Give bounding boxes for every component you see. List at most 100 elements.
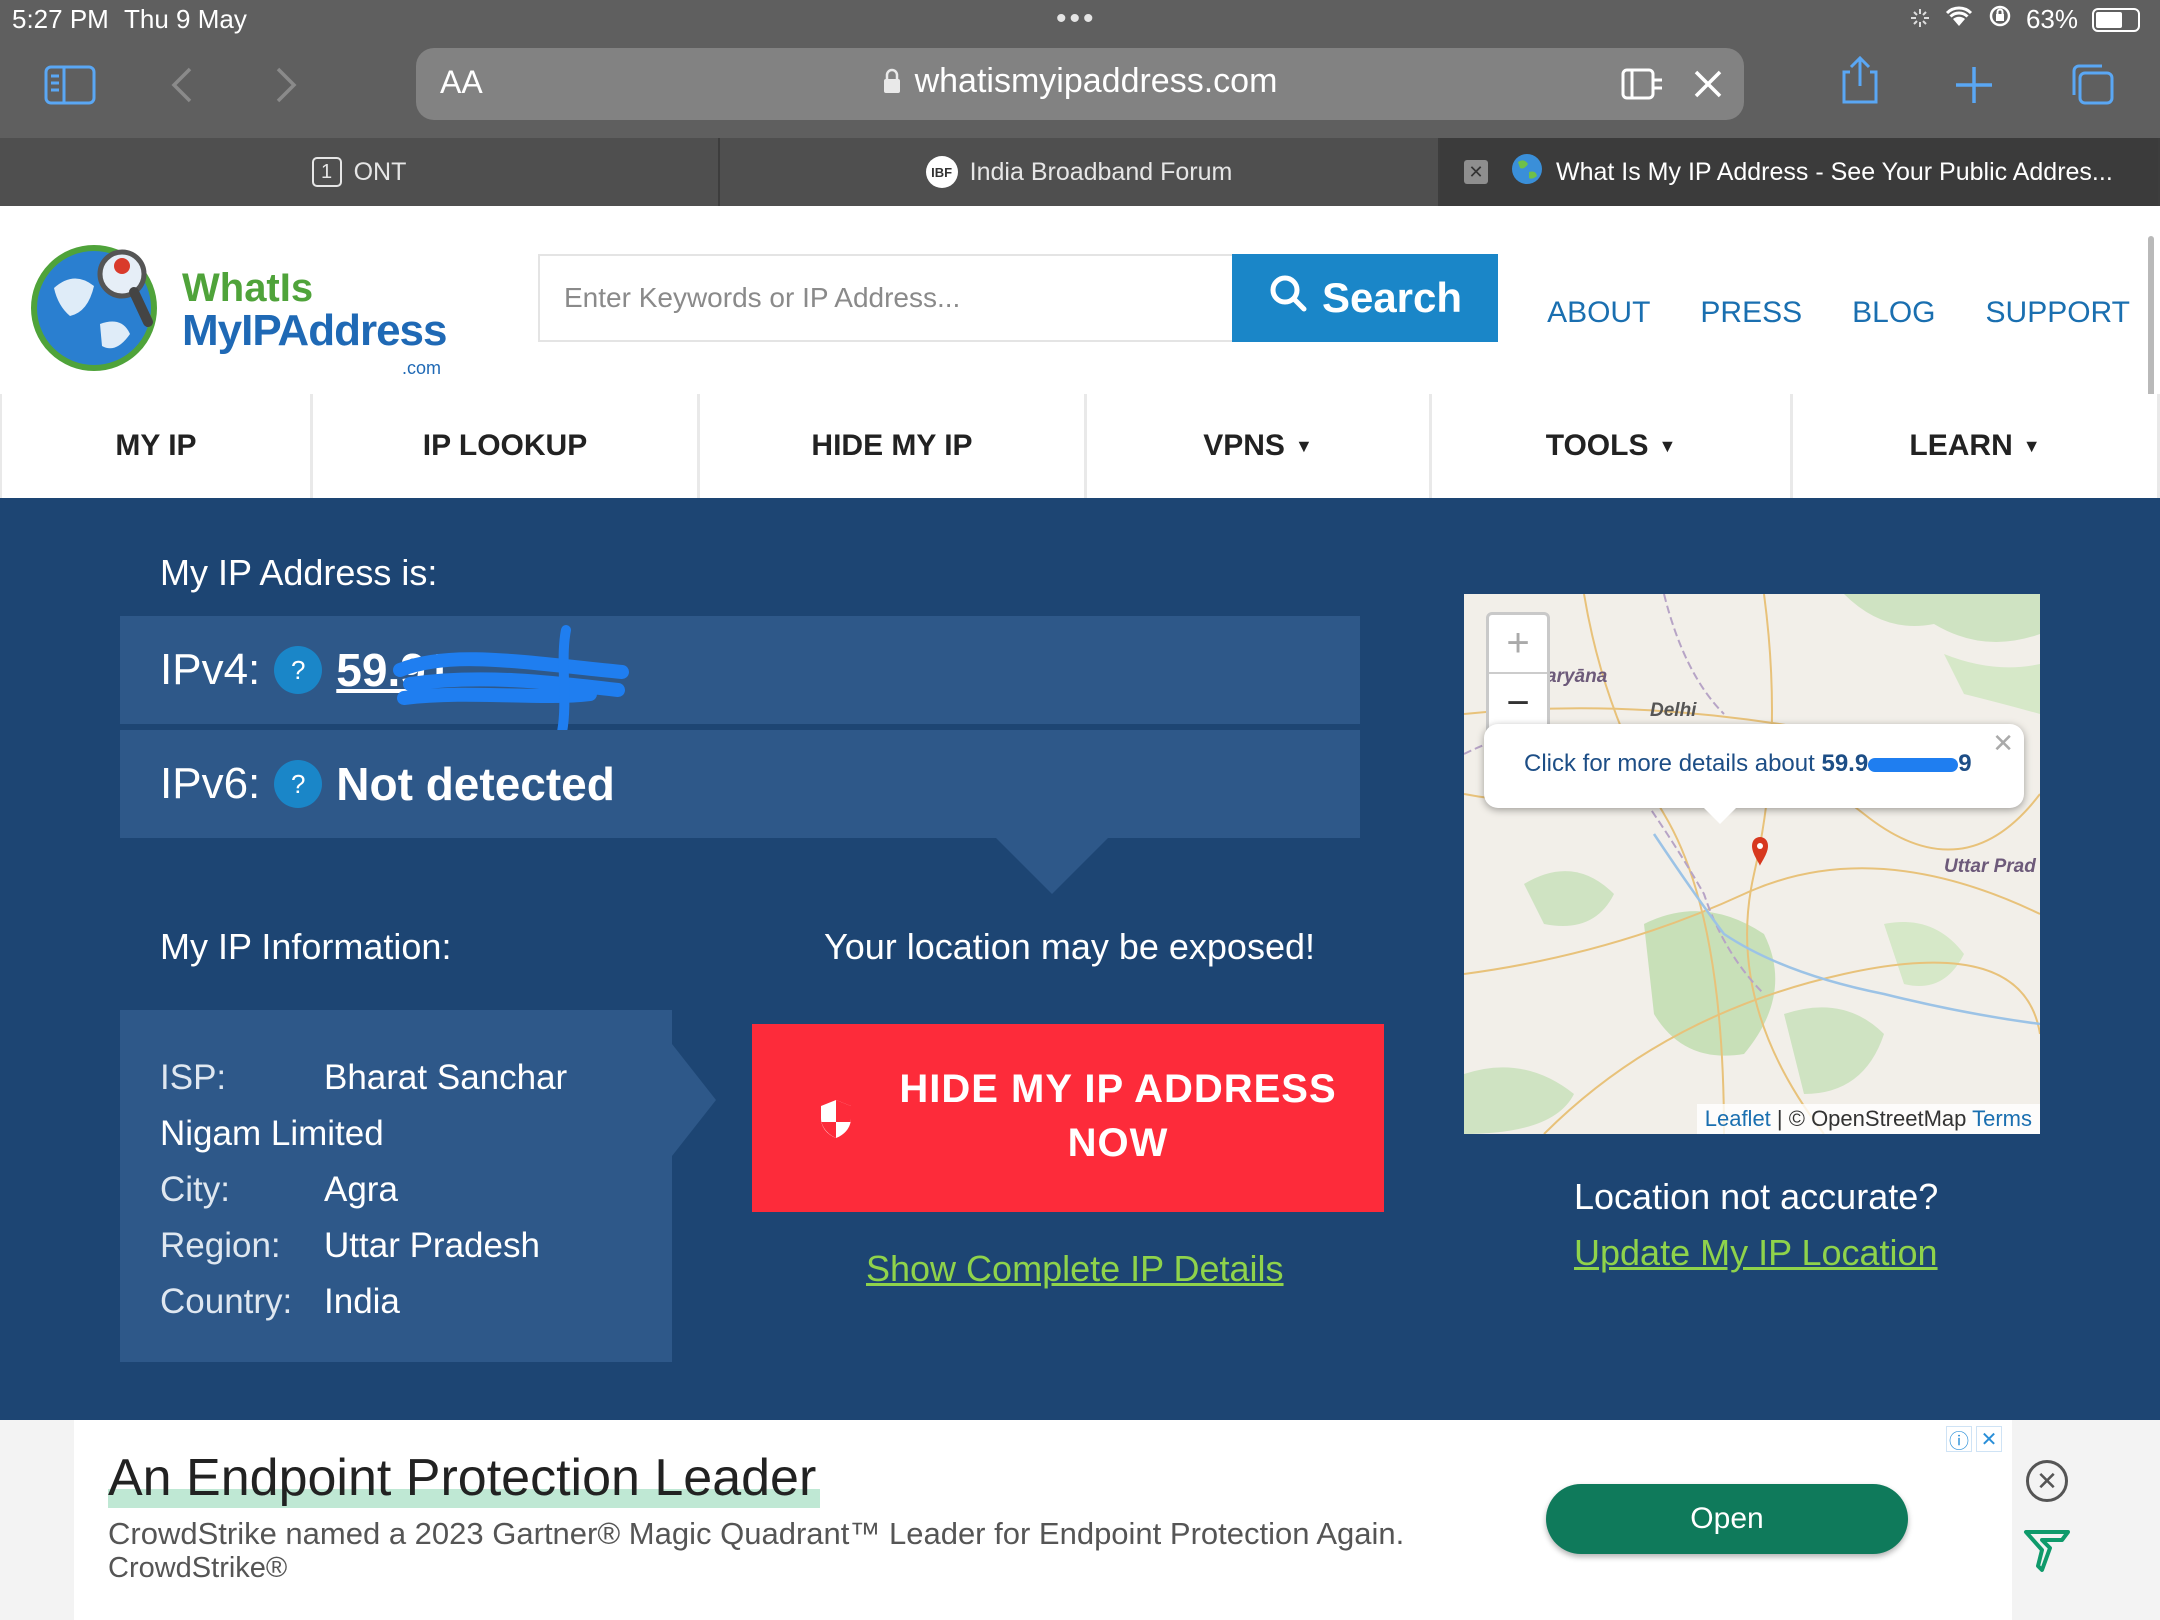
globe-favicon-icon	[1510, 152, 1544, 193]
status-time: 5:27 PM	[12, 4, 109, 34]
location-accuracy-text: Location not accurate?	[1574, 1176, 1939, 1217]
link-blog[interactable]: BLOG	[1852, 296, 1935, 330]
back-arrow-icon[interactable]	[152, 60, 212, 110]
ad-card[interactable]: An Endpoint Protection Leader CrowdStrik…	[74, 1420, 2012, 1620]
share-icon[interactable]	[1830, 56, 1890, 106]
isp-label: ISP:	[160, 1058, 227, 1097]
orientation-lock-icon	[1988, 4, 2012, 35]
leaflet-link[interactable]: Leaflet	[1705, 1106, 1771, 1131]
shield-icon	[818, 1098, 854, 1143]
location-map[interactable]: aryāna Delhi Uttar Prad + − Click for mo…	[1464, 594, 2040, 1134]
ad-choices[interactable]: ⓘ ✕	[1946, 1426, 2002, 1453]
ad-open-button[interactable]: Open	[1546, 1484, 1908, 1554]
tab-label: What Is My IP Address - See Your Public …	[1556, 157, 2113, 186]
callout-pointer	[996, 838, 1108, 894]
status-date: Thu 9 May	[124, 4, 247, 34]
zoom-in-button[interactable]: +	[1489, 615, 1547, 674]
region-label: Region:	[160, 1226, 281, 1265]
ad-title[interactable]: An Endpoint Protection Leader	[108, 1448, 821, 1508]
nav-tools[interactable]: TOOLS ▼	[1432, 394, 1790, 498]
ad-info-icon[interactable]: ⓘ	[1946, 1426, 1972, 1453]
link-about[interactable]: ABOUT	[1547, 296, 1650, 330]
country-label: Country:	[160, 1282, 293, 1321]
tab-overview-icon[interactable]	[2062, 60, 2122, 110]
show-ip-details-link[interactable]: Show Complete IP Details	[866, 1248, 1284, 1290]
search-button-label: Search	[1321, 274, 1463, 321]
search-button[interactable]: Search	[1232, 254, 1498, 342]
nav-vpns[interactable]: VPNS ▼	[1087, 394, 1429, 498]
country-row: Country: India	[160, 1274, 632, 1330]
tab-ont[interactable]: 1 ONT	[0, 138, 720, 206]
ipv4-label: IPv4:	[160, 645, 261, 694]
tab-label: ONT	[353, 157, 407, 186]
tab-india-broadband-forum[interactable]: IBF India Broadband Forum	[720, 138, 1440, 206]
tab-number-badge: 1	[311, 157, 342, 187]
site-header: WhatIs MyIPAddress .com Search ABOUT PRE…	[0, 206, 2160, 394]
crowdstrike-logo-icon	[2022, 1526, 2072, 1581]
activity-icon	[1910, 4, 1930, 35]
location-exposed-text: Your location may be exposed!	[824, 926, 1315, 967]
multitasking-dots-icon[interactable]: •••	[1056, 2, 1097, 36]
ad-description: CrowdStrike named a 2023 Gartner® Magic …	[108, 1516, 1405, 1551]
url-text: whatismyipaddress.com	[914, 62, 1278, 100]
battery-percent: 63%	[2025, 4, 2078, 34]
ad-close-small-icon[interactable]: ✕	[1976, 1426, 2002, 1452]
terms-link[interactable]: Terms	[1972, 1106, 2032, 1131]
new-tab-plus-icon[interactable]	[1944, 60, 2004, 110]
popup-ip: 59.9	[1821, 750, 1869, 777]
hide-button-line2: NOW	[1067, 1121, 1169, 1165]
dropdown-caret-icon: ▼	[1294, 435, 1313, 456]
page-settings-icon[interactable]	[1620, 66, 1664, 107]
site-logo[interactable]: WhatIs MyIPAddress .com	[30, 236, 450, 378]
nav-ip-lookup[interactable]: IP LOOKUP	[313, 394, 697, 498]
ipv6-value: Not detected	[336, 758, 615, 810]
hide-button-line1: HIDE MY IP ADDRESS	[899, 1067, 1337, 1111]
nav-label: TOOLS	[1545, 429, 1649, 462]
ip-info-heading: My IP Information:	[160, 926, 452, 967]
ad-banner: An Endpoint Protection Leader CrowdStrik…	[0, 1420, 2160, 1620]
main-nav: MY IP IP LOOKUP HIDE MY IP VPNS ▼ TOOLS ▼ …	[0, 394, 2160, 498]
hide-button-label: HIDE MY IP ADDRESS NOW	[872, 1062, 1364, 1170]
logo-text-com: .com	[402, 358, 442, 378]
tab-whatismyipaddress[interactable]: ✕ What Is My IP Address - See Your Publi…	[1440, 138, 2160, 206]
nav-learn[interactable]: LEARN ▼	[1793, 394, 2157, 498]
help-icon[interactable]: ?	[274, 646, 323, 694]
ad-dismiss-icon[interactable]: ✕	[2026, 1460, 2068, 1502]
map-label-uttar-pradesh: Uttar Prad	[1944, 856, 2036, 877]
browser-chrome: 5:27 PM Thu 9 May ••• 63% AA whatismyipa…	[0, 0, 2160, 138]
info-box-arrow	[672, 1044, 716, 1156]
tab-close-icon[interactable]: ✕	[1464, 160, 1488, 184]
popup-text-label: Click for more details about	[1524, 750, 1822, 777]
update-location-link[interactable]: Update My IP Location	[1574, 1232, 1938, 1274]
help-icon[interactable]: ?	[274, 760, 323, 808]
clear-url-icon[interactable]	[1692, 68, 1724, 105]
map-label-haryana: aryāna	[1546, 666, 1608, 687]
sidebar-toggle-icon[interactable]	[40, 60, 100, 110]
nav-label: MY IP	[115, 429, 197, 462]
city-row: City: Agra	[160, 1162, 632, 1218]
map-popup[interactable]: Click for more details about 59.9 9 ✕	[1484, 724, 2024, 808]
popup-ip-redaction	[1868, 757, 1959, 772]
nav-hide-my-ip[interactable]: HIDE MY IP	[700, 394, 1084, 498]
ip-heading: My IP Address is:	[160, 552, 438, 593]
link-support[interactable]: SUPPORT	[1986, 296, 2130, 330]
hide-my-ip-button[interactable]: HIDE MY IP ADDRESS NOW	[752, 1024, 1384, 1212]
nav-label: VPNS	[1203, 429, 1285, 462]
search-input[interactable]	[538, 254, 1232, 342]
lock-icon	[883, 64, 901, 103]
address-bar[interactable]: AA whatismyipaddress.com	[416, 48, 1744, 120]
popup-text[interactable]: Click for more details about 59.9 9	[1524, 750, 1972, 778]
country-value: India	[324, 1282, 400, 1321]
forward-arrow-icon[interactable]	[256, 60, 316, 110]
region-row: Region: Uttar Pradesh	[160, 1218, 632, 1274]
ipv6-row: IPv6: ? Not detected	[120, 730, 1360, 838]
logo-text-myipaddress: MyIPAddress	[182, 306, 447, 355]
link-press[interactable]: PRESS	[1700, 296, 1802, 330]
nav-my-ip[interactable]: MY IP	[2, 394, 310, 498]
nav-label: IP LOOKUP	[422, 429, 588, 462]
popup-close-icon[interactable]: ✕	[1992, 728, 2014, 759]
city-value: Agra	[324, 1170, 398, 1209]
ip-info-box: ISP: Bharat Sanchar Nigam Limited City: Ag…	[120, 1010, 672, 1362]
url-field[interactable]: whatismyipaddress.com	[416, 62, 1744, 103]
ipv4-row: IPv4: ? 59.91.	[120, 616, 1360, 724]
